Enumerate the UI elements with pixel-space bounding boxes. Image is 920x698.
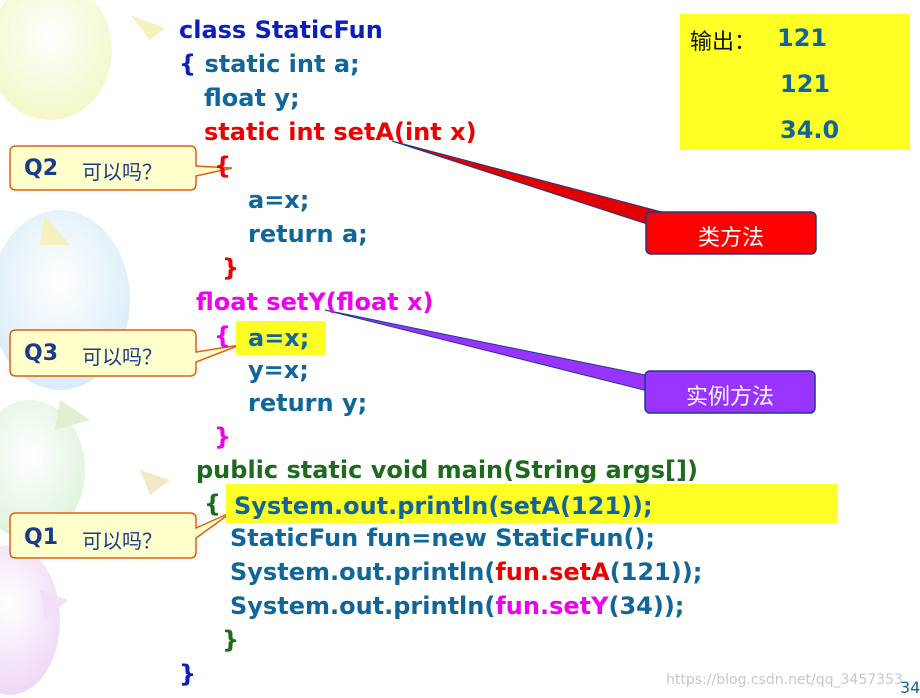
- code-setY-signature: float setY(float x): [196, 288, 434, 316]
- code-setY-assign-a: a=x;: [248, 324, 310, 352]
- code-setY-open: {: [214, 322, 232, 350]
- code-field-y: float y;: [204, 84, 300, 112]
- callout-q3-text: 可以吗？: [82, 345, 162, 369]
- code-open-brace: {: [179, 50, 197, 78]
- code-setA-signature: static int setA(int x): [204, 118, 477, 146]
- output-label: 输出：: [690, 30, 757, 55]
- code-setY-return: return y;: [248, 389, 368, 417]
- code-class-close: }: [179, 660, 197, 688]
- code-setA-return: return a;: [248, 220, 368, 248]
- instance-method-label: 实例方法: [685, 385, 774, 410]
- callout-q3-id: Q3: [24, 341, 59, 366]
- code-main-close: }: [222, 626, 240, 654]
- callout-q1-id: Q1: [24, 525, 59, 550]
- code-setA-close: }: [222, 254, 240, 282]
- balloon-yellow: [0, 0, 112, 120]
- code-println-2: System.out.println(: [230, 592, 496, 620]
- output-value-3: 34.0: [780, 116, 840, 144]
- callout-q1-text: 可以吗？: [82, 529, 162, 553]
- page-number: 34: [900, 678, 920, 697]
- code-new-instance: StaticFun fun=new StaticFun();: [230, 524, 656, 552]
- code-main-open: {: [204, 490, 222, 518]
- code-args-2: (34));: [608, 592, 685, 620]
- code-setY-close: }: [214, 423, 232, 451]
- code-setY-assign-y: y=x;: [248, 356, 309, 384]
- code-main-signature: public static void main(String args[]): [196, 456, 698, 484]
- code-args-1: (121));: [609, 558, 703, 586]
- code-instance-setA-call: System.out.println(fun.setA(121));: [230, 560, 702, 584]
- callout-q2-text: 可以吗？: [82, 160, 162, 184]
- code-println-1: System.out.println(: [230, 558, 496, 586]
- output-value-2: 121: [780, 70, 831, 98]
- code-field-a: { static int a;: [179, 52, 360, 76]
- code-setA-assign: a=x;: [248, 186, 310, 214]
- code-field-a-text: static int a;: [196, 50, 360, 78]
- code-fun-setY: fun.setY: [495, 592, 609, 620]
- arrow-to-instance-method: [324, 309, 661, 393]
- output-panel: 输出： 121 121 34.0: [680, 14, 910, 150]
- code-instance-setY-call: System.out.println(fun.setY(34));: [230, 594, 684, 618]
- code-setA-open: {: [214, 152, 232, 180]
- code-static-call: System.out.println(setA(121));: [234, 492, 653, 520]
- class-method-label: 类方法: [697, 226, 764, 251]
- code-fun-setA: fun.setA: [495, 558, 610, 586]
- callout-q2-id: Q2: [24, 156, 59, 181]
- output-value-1: 121: [777, 24, 828, 52]
- code-class-decl: class StaticFun: [179, 16, 383, 44]
- balloon-purple: [0, 545, 60, 695]
- watermark: https://blog.csdn.net/qq_3457353: [666, 672, 903, 688]
